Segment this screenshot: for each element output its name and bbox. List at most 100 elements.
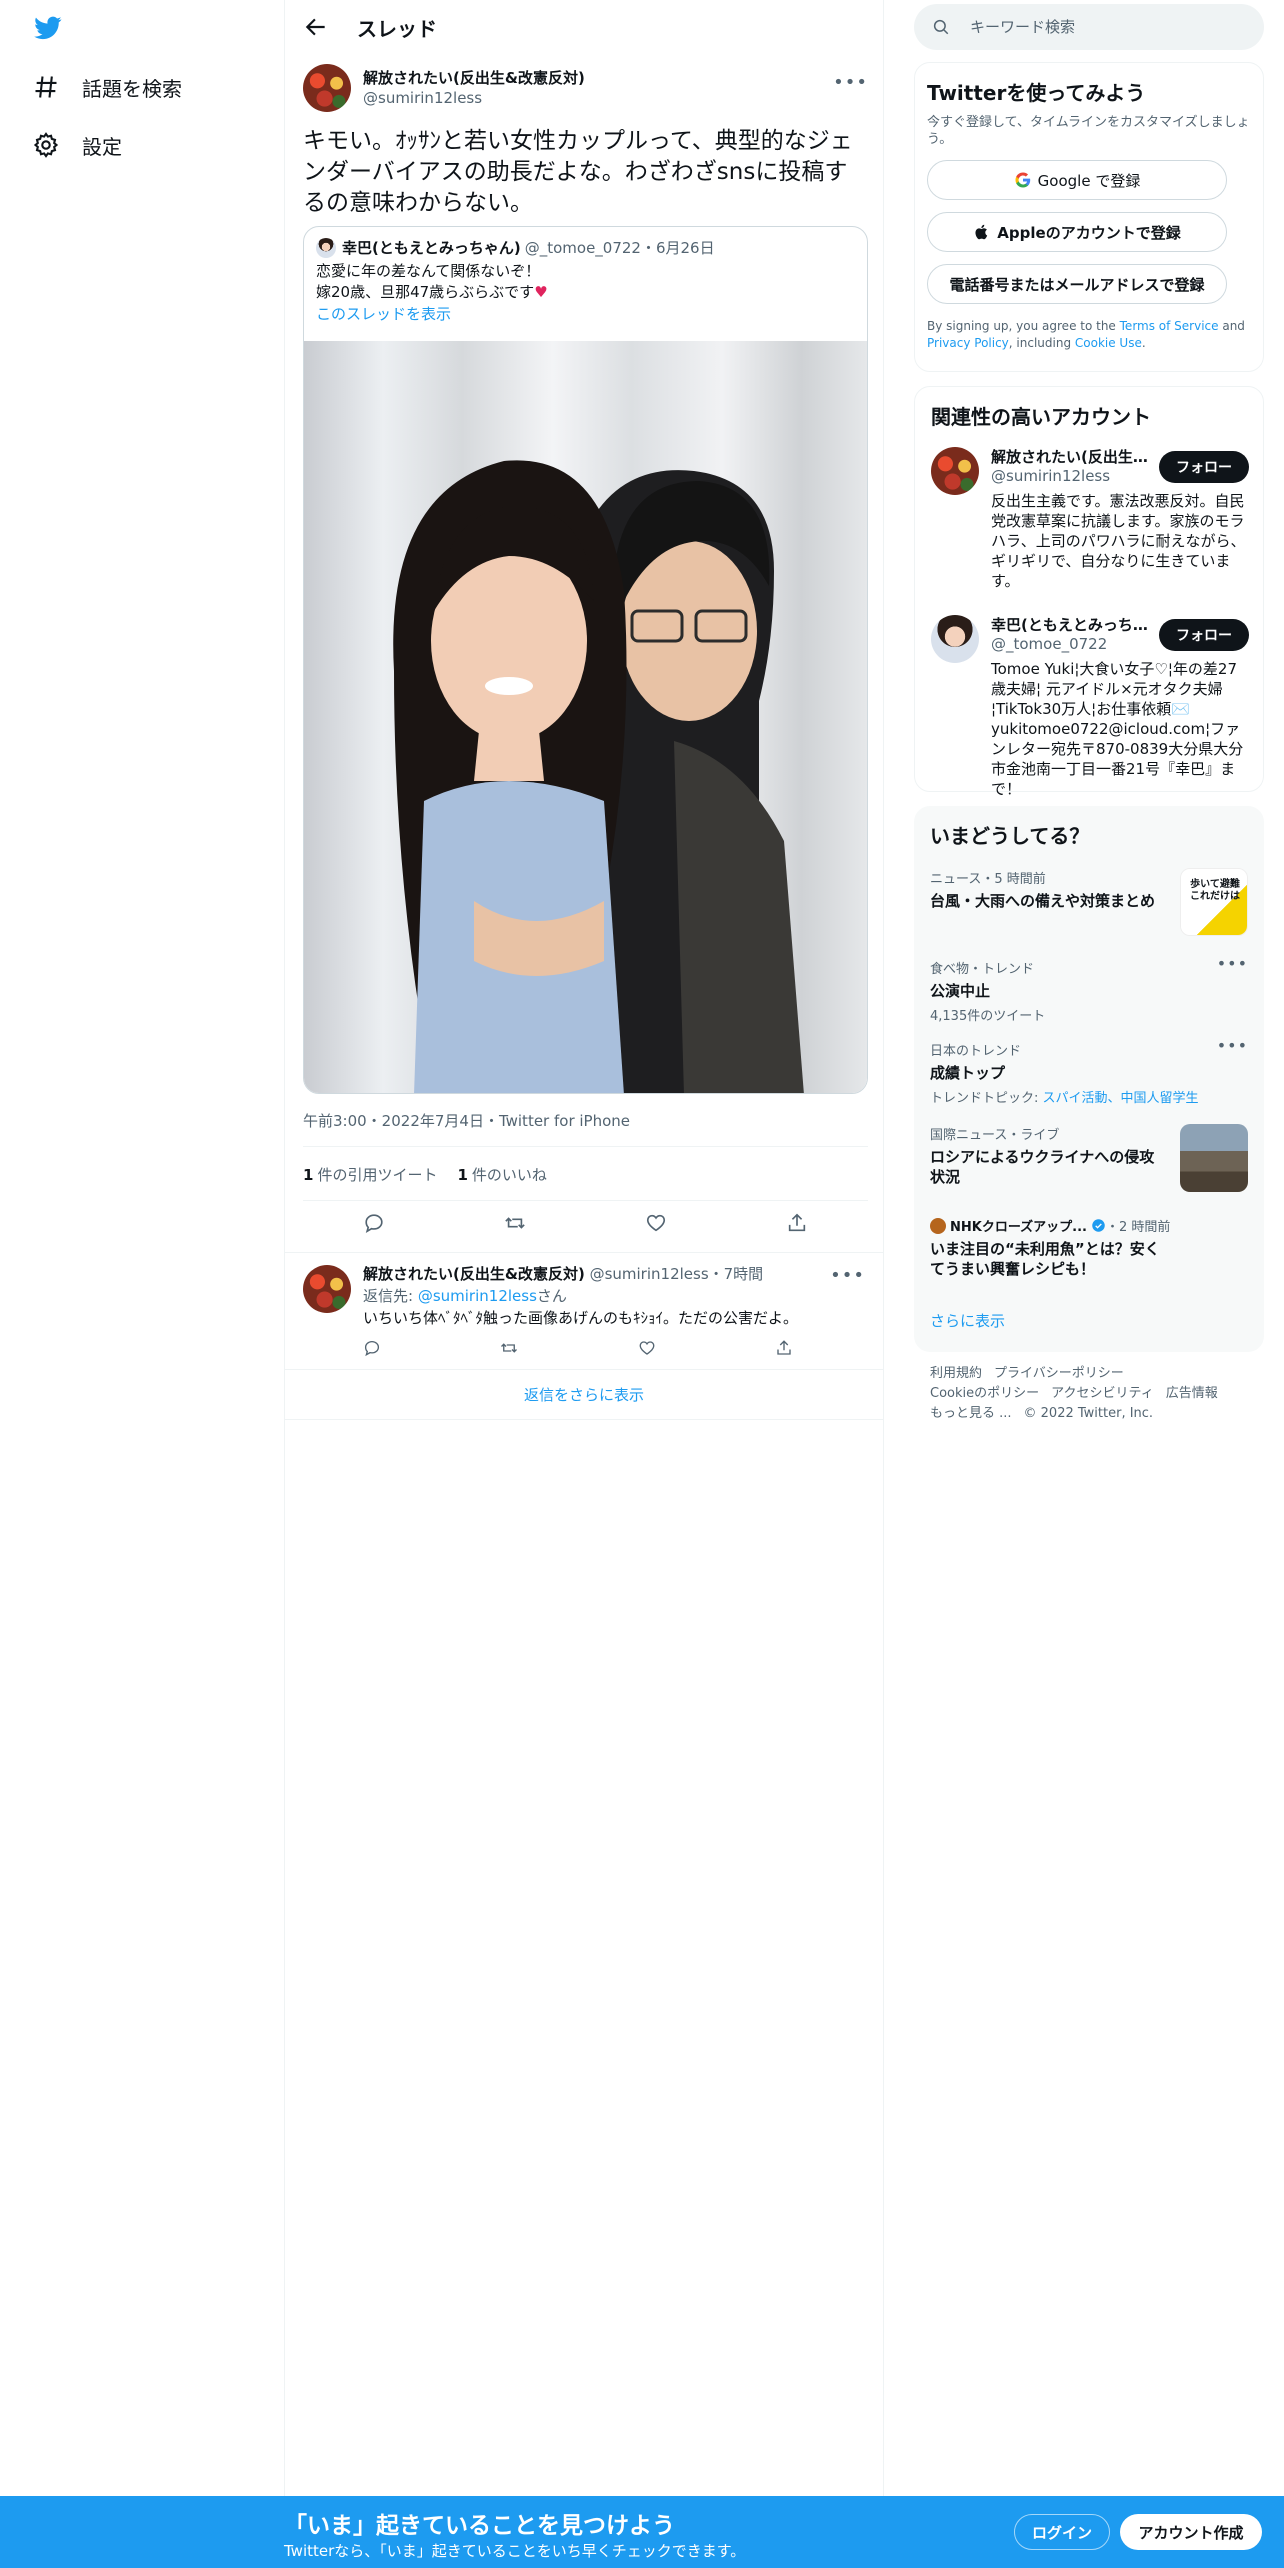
- reply-tweet[interactable]: 解放されたい(反出生&改憲反対) @sumirin12less・7時間 返信先:…: [285, 1252, 883, 1370]
- footer-link[interactable]: Cookieのポリシー: [930, 1386, 1039, 1401]
- signup-legal: By signing up, you agree to the Terms of…: [927, 318, 1251, 352]
- banner-subtitle: Twitterなら、「いま」起きていることをいち早くチェックできます。: [284, 2542, 746, 2560]
- reply-display-name[interactable]: 解放されたい(反出生&改憲反対): [363, 1265, 585, 1283]
- reply-to-handle[interactable]: @sumirin12less: [418, 1287, 537, 1305]
- related-title: 関連性の高いアカウント: [931, 405, 1151, 429]
- apple-signup-label: Appleのアカウントで登録: [997, 223, 1181, 242]
- privacy-link[interactable]: Privacy Policy: [927, 336, 1009, 350]
- terms-link[interactable]: Terms of Service: [1120, 319, 1219, 333]
- more-options-icon[interactable]: •••: [1217, 1036, 1248, 1055]
- back-arrow-icon[interactable]: [303, 14, 329, 40]
- apple-signup-button[interactable]: Appleのアカウントで登録: [927, 212, 1227, 252]
- gear-icon: [32, 131, 60, 159]
- footer-link[interactable]: アクセシビリティ: [1051, 1386, 1154, 1401]
- couple-photo-image: [393, 460, 804, 1093]
- trend-meta: NHKクローズアップ... ・2 時間前: [930, 1216, 1248, 1235]
- like-icon[interactable]: [645, 1212, 667, 1234]
- share-icon[interactable]: [775, 1339, 793, 1357]
- like-icon[interactable]: [638, 1339, 656, 1357]
- avatar[interactable]: [303, 1265, 351, 1313]
- follow-button[interactable]: フォロー: [1159, 619, 1249, 651]
- search-input[interactable]: [970, 18, 1240, 36]
- account-bio: 反出生主義です。憲法改悪反対。自民党改憲草案に抗議します。家族のモラハラ、上司の…: [991, 492, 1246, 590]
- search-icon: [932, 18, 950, 36]
- account-name[interactable]: 解放されたい(反出生&改憲反対): [991, 447, 1151, 467]
- footer-links: 利用規約 プライバシーポリシー Cookieのポリシー アクセシビリティ 広告情報 も…: [930, 1364, 1250, 1424]
- show-more-trends-link[interactable]: さらに表示: [930, 1310, 1005, 1331]
- author-handle[interactable]: @sumirin12less: [363, 88, 585, 108]
- trend-title: 公演中止: [930, 982, 991, 1000]
- quoted-text: 恋愛に年の差なんて関係ないぞ！ 嫁20歳、旦那47歳らぶらぶです♥: [316, 261, 548, 303]
- author-display-name[interactable]: 解放されたい(反出生&改憲反対): [363, 68, 585, 88]
- footer-link[interactable]: プライバシーポリシー: [994, 1366, 1124, 1381]
- trend-title: 台風・大雨への備えや対策まとめ: [930, 892, 1156, 910]
- login-button[interactable]: ログイン: [1014, 2514, 1110, 2550]
- trend-item[interactable]: 国際ニュース・ライブ ロシアによるウクライナへの侵攻状況: [930, 1124, 1248, 1192]
- more-options-icon[interactable]: •••: [830, 1265, 865, 1286]
- account-name[interactable]: 幸巴(ともえとみっちゃん): [991, 615, 1151, 635]
- tweet-text: キモい。ｵｯｻﾝと若い女性カップルって、典型的なジェンダーバイアスの助長だよな。…: [303, 128, 853, 216]
- trends-card: いまどうしてる？ ニュース・5 時間前 台風・大雨への備えや対策まとめ 歩いて避…: [914, 806, 1264, 1352]
- share-icon[interactable]: [786, 1212, 808, 1234]
- create-account-button[interactable]: アカウント作成: [1120, 2514, 1262, 2550]
- tweet-timestamp[interactable]: 午前3:00・2022年7月4日・Twitter for iPhone: [303, 1110, 630, 1131]
- reply-to-prefix: 返信先:: [363, 1287, 418, 1305]
- google-signup-button[interactable]: Google で登録: [927, 160, 1227, 200]
- account-handle[interactable]: @sumirin12less: [991, 467, 1110, 485]
- quoted-tweet[interactable]: 幸巴(ともえとみっちゃん) @_tomoe_0722・6月26日 恋愛に年の差な…: [303, 226, 868, 1094]
- nav-settings[interactable]: 設定: [32, 120, 122, 170]
- trend-item[interactable]: NHKクローズアップ... ・2 時間前 いま注目の“未利用魚”とは？安くてうま…: [930, 1216, 1248, 1279]
- follow-button[interactable]: フォロー: [1159, 451, 1249, 483]
- show-thread-link[interactable]: このスレッドを表示: [316, 303, 451, 324]
- search-bar[interactable]: [914, 4, 1264, 50]
- hashtag-icon: [32, 73, 60, 101]
- trend-item[interactable]: 日本のトレンド 成績トップ トレンドトピック: スパイ活動、中国人留学生 •••: [930, 1036, 1248, 1106]
- quote-tweets-stat[interactable]: 1 件の引用ツイート: [303, 1164, 437, 1185]
- reply-actions: [363, 1339, 793, 1357]
- trend-meta: 日本のトレンド: [930, 1044, 1022, 1059]
- nav-explore[interactable]: 話題を検索: [32, 62, 182, 112]
- avatar[interactable]: [931, 615, 979, 663]
- reply-meta[interactable]: @sumirin12less・7時間: [590, 1265, 764, 1283]
- footer-link[interactable]: 利用規約: [930, 1366, 982, 1381]
- phone-email-signup-button[interactable]: 電話番号またはメールアドレスで登録: [927, 264, 1227, 304]
- retweet-icon[interactable]: [500, 1339, 518, 1357]
- google-icon: [1014, 171, 1032, 189]
- tweet-author[interactable]: 解放されたい(反出生&改憲反対) @sumirin12less •••: [303, 64, 868, 112]
- quoted-meta: @_tomoe_0722・6月26日: [524, 239, 715, 257]
- quote-count: 1: [303, 1166, 314, 1184]
- account-handle[interactable]: @_tomoe_0722: [991, 635, 1107, 653]
- divider: [303, 1146, 868, 1147]
- nav-settings-label: 設定: [82, 134, 122, 159]
- twitter-logo-icon[interactable]: [32, 14, 64, 42]
- more-options-icon[interactable]: •••: [1217, 954, 1248, 973]
- trend-title: いま注目の“未利用魚”とは？安くてうまい興奮レシピも！: [930, 1240, 1160, 1278]
- cookie-link[interactable]: Cookie Use: [1075, 336, 1142, 350]
- show-more-replies-button[interactable]: 返信をさらに表示: [285, 1370, 883, 1420]
- trends-title: いまどうしてる？: [930, 824, 1090, 848]
- footer-link[interactable]: もっと見る ...: [930, 1406, 1012, 1421]
- divider: [303, 1200, 868, 1201]
- thumbnail-text: 歩いて避難これだけは: [1190, 879, 1240, 902]
- reply-icon[interactable]: [363, 1212, 385, 1234]
- trend-sub-links[interactable]: スパイ活動、中国人留学生: [1043, 1091, 1199, 1106]
- retweet-icon[interactable]: [504, 1212, 526, 1234]
- footer-link[interactable]: 広告情報: [1166, 1386, 1218, 1401]
- more-options-icon[interactable]: •••: [833, 72, 868, 93]
- copyright: © 2022 Twitter, Inc.: [1023, 1406, 1154, 1421]
- account-bio: Tomoe Yuki¦大食い女子♡¦年の差27歳夫婦¦ 元アイドル×元オタク夫婦…: [991, 660, 1244, 798]
- legal-text: .: [1141, 336, 1146, 350]
- avatar[interactable]: [931, 447, 979, 495]
- like-count: 1: [457, 1166, 468, 1184]
- likes-stat[interactable]: 1 件のいいね: [457, 1164, 546, 1185]
- main-column: スレッド 解放されたい(反出生&改憲反対) @sumirin12less •••…: [284, 0, 884, 2500]
- signup-card: Twitterを使ってみよう 今すぐ登録して、タイムラインをカスタマイズしましょ…: [914, 62, 1264, 372]
- reply-to: 返信先: @sumirin12lessさん: [363, 1285, 567, 1306]
- trend-item[interactable]: 食べ物・トレンド 公演中止 4,135件のツイート •••: [930, 954, 1248, 1024]
- reply-icon[interactable]: [363, 1339, 381, 1357]
- trend-item[interactable]: ニュース・5 時間前 台風・大雨への備えや対策まとめ 歩いて避難これだけは: [930, 868, 1248, 936]
- avatar[interactable]: [303, 64, 351, 112]
- apple-icon: [973, 223, 991, 241]
- quoted-photo[interactable]: [304, 341, 867, 1093]
- trend-thumbnail: [1180, 1124, 1248, 1192]
